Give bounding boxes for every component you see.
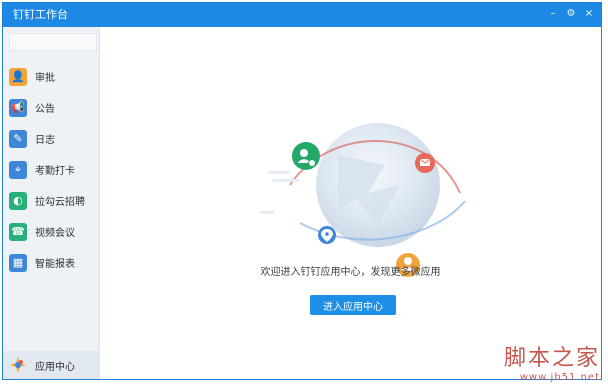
- decor-dash: [272, 179, 300, 182]
- sidebar: 👤 审批 📢 公告 ✎ 日志 ⌖ 考勤打卡 ◐ 拉勾云招聘 ☎ 视频会议 ▦ 智…: [3, 27, 100, 379]
- attendance-icon: ⌖: [9, 160, 27, 179]
- video-meeting-icon: ☎: [9, 222, 27, 241]
- sidebar-item-app-center[interactable]: 应用中心: [3, 351, 99, 379]
- sidebar-item-recruit[interactable]: ◐ 拉勾云招聘: [3, 185, 99, 216]
- watermark: 脚本之家 www.jb51.net: [504, 340, 600, 383]
- sidebar-item-announcement[interactable]: 📢 公告: [3, 92, 99, 123]
- account-name-field[interactable]: [9, 33, 97, 51]
- sidebar-item-label: 视频会议: [35, 228, 75, 239]
- sidebar-menu: 👤 审批 📢 公告 ✎ 日志 ⌖ 考勤打卡 ◐ 拉勾云招聘 ☎ 视频会议 ▦ 智…: [3, 61, 99, 278]
- sidebar-item-label: 拉勾云招聘: [35, 197, 85, 208]
- main-content: 欢迎进入钉钉应用中心，发现更多微应用 进入应用中心: [100, 27, 601, 379]
- watermark-url: www.jb51.net: [519, 372, 600, 383]
- minimize-icon[interactable]: –: [547, 7, 559, 21]
- approval-icon: 👤: [9, 67, 27, 86]
- sidebar-item-label: 审批: [35, 73, 55, 84]
- sidebar-item-label: 智能报表: [35, 259, 75, 270]
- recruit-icon: ◐: [9, 191, 27, 210]
- app-center-icon: [10, 357, 26, 373]
- decor-dash: [268, 171, 290, 174]
- welcome-caption: 欢迎进入钉钉应用中心，发现更多微应用: [260, 267, 441, 278]
- sidebar-item-log[interactable]: ✎ 日志: [3, 123, 99, 154]
- sidebar-item-label: 应用中心: [35, 361, 75, 373]
- enter-app-center-button[interactable]: 进入应用中心: [310, 295, 396, 315]
- sidebar-item-attendance[interactable]: ⌖ 考勤打卡: [3, 154, 99, 185]
- sidebar-item-approval[interactable]: 👤 审批: [3, 61, 99, 92]
- report-icon: ▦: [9, 253, 27, 272]
- sidebar-item-label: 考勤打卡: [35, 166, 75, 177]
- dingtalk-window: 钉钉工作台 – ⚙ × 👤 审批 📢 公告 ✎ 日志 ⌖ 考勤打卡 ◐ 拉勾云招…: [2, 2, 602, 380]
- close-icon[interactable]: ×: [583, 7, 595, 21]
- sidebar-item-label: 日志: [35, 135, 55, 146]
- window-title: 钉钉工作台: [13, 8, 68, 21]
- sidebar-item-label: 公告: [35, 104, 55, 115]
- sidebar-item-video-meeting[interactable]: ☎ 视频会议: [3, 216, 99, 247]
- announcement-icon: 📢: [9, 98, 27, 117]
- sidebar-item-report[interactable]: ▦ 智能报表: [3, 247, 99, 278]
- window-controls: – ⚙ ×: [547, 7, 595, 21]
- log-icon: ✎: [9, 129, 27, 148]
- app-center-illustration: [260, 123, 466, 277]
- settings-icon[interactable]: ⚙: [565, 7, 577, 21]
- watermark-title: 脚本之家: [503, 346, 600, 371]
- decor-dash: [260, 211, 274, 214]
- title-bar: 钉钉工作台 – ⚙ ×: [3, 3, 601, 27]
